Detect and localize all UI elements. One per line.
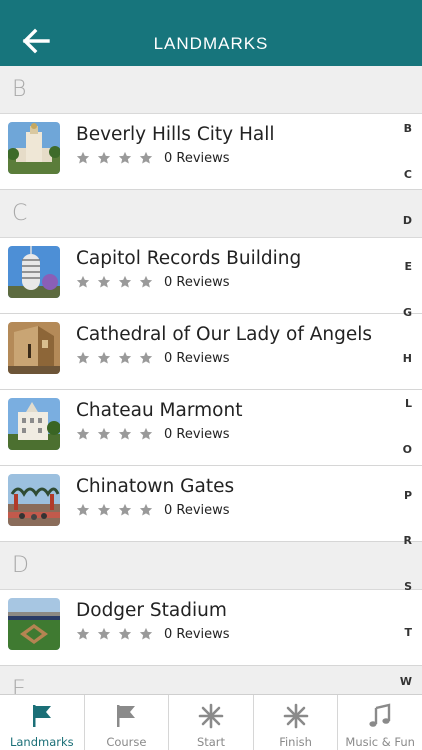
alphabet-index[interactable]: B C D E G H L O P R S T W bbox=[396, 120, 422, 695]
landmark-thumbnail bbox=[8, 246, 60, 298]
section-header-e: E bbox=[0, 666, 422, 694]
star-icon bbox=[97, 151, 111, 164]
tab-label: Course bbox=[106, 735, 147, 749]
star-icon bbox=[118, 151, 132, 164]
tab-label: Finish bbox=[279, 735, 312, 749]
landmark-thumbnail bbox=[8, 122, 60, 174]
section-header-d: D bbox=[0, 542, 422, 590]
star-icon bbox=[76, 275, 90, 288]
index-letter-t[interactable]: T bbox=[404, 626, 412, 639]
review-count: 0 Reviews bbox=[164, 350, 230, 366]
landmark-name: Capitol Records Building bbox=[76, 248, 302, 269]
app-header: LANDMARKS bbox=[0, 0, 422, 66]
landmark-name: Chateau Marmont bbox=[76, 400, 243, 421]
landmark-thumbnail bbox=[8, 322, 60, 374]
index-letter-p[interactable]: P bbox=[404, 489, 412, 502]
page-title: LANDMARKS bbox=[153, 34, 269, 53]
list-item[interactable]: Chateau Marmont 0 Reviews bbox=[0, 390, 422, 466]
index-letter-h[interactable]: H bbox=[403, 352, 412, 365]
star-rating: 0 Reviews bbox=[76, 150, 230, 166]
star-icon bbox=[139, 151, 153, 164]
star-icon bbox=[97, 351, 111, 364]
star-icon bbox=[76, 151, 90, 164]
landmark-name: Cathedral of Our Lady of Angels bbox=[76, 324, 373, 345]
star-icon bbox=[118, 503, 132, 516]
star-icon bbox=[139, 427, 153, 440]
star-icon bbox=[118, 627, 132, 640]
section-header-b: B bbox=[0, 66, 422, 114]
star-icon bbox=[139, 351, 153, 364]
flag-outline-icon bbox=[117, 705, 136, 727]
star-icon bbox=[139, 275, 153, 288]
tab-start[interactable]: Start bbox=[169, 695, 254, 750]
star-icon bbox=[139, 627, 153, 640]
music-note-icon bbox=[369, 703, 391, 727]
tab-label: Landmarks bbox=[9, 735, 74, 749]
star-icon bbox=[118, 275, 132, 288]
list-item[interactable]: Cathedral of Our Lady of Angels 0 Review… bbox=[0, 314, 422, 390]
star-rating: 0 Reviews bbox=[76, 274, 230, 290]
landmark-name: Chinatown Gates bbox=[76, 476, 235, 497]
tab-label: Music & Fun bbox=[345, 735, 415, 749]
landmark-thumbnail bbox=[8, 398, 60, 450]
star-icon bbox=[76, 627, 90, 640]
list-item[interactable]: Beverly Hills City Hall 0 Reviews bbox=[0, 114, 422, 190]
landmark-name: Beverly Hills City Hall bbox=[76, 124, 275, 145]
review-count: 0 Reviews bbox=[164, 274, 230, 290]
tab-course[interactable]: Course bbox=[85, 695, 170, 750]
index-letter-g[interactable]: G bbox=[403, 306, 412, 319]
tab-landmarks[interactable]: Landmarks bbox=[0, 695, 85, 750]
index-letter-b[interactable]: B bbox=[404, 122, 412, 135]
flag-icon bbox=[32, 705, 51, 727]
index-letter-w[interactable]: W bbox=[400, 675, 412, 688]
index-letter-o[interactable]: O bbox=[403, 443, 412, 456]
list-item[interactable]: Capitol Records Building 0 Reviews bbox=[0, 238, 422, 314]
tab-finish[interactable]: Finish bbox=[254, 695, 339, 750]
list-item[interactable]: Chinatown Gates 0 Reviews bbox=[0, 466, 422, 542]
list-item[interactable]: Dodger Stadium 0 Reviews bbox=[0, 590, 422, 666]
star-icon bbox=[118, 427, 132, 440]
review-count: 0 Reviews bbox=[164, 502, 230, 518]
bottom-tab-bar: Landmarks Course Start Finish Music & Fu… bbox=[0, 694, 422, 750]
star-rating: 0 Reviews bbox=[76, 502, 230, 518]
index-letter-s[interactable]: S bbox=[404, 580, 412, 593]
star-icon bbox=[76, 427, 90, 440]
review-count: 0 Reviews bbox=[164, 426, 230, 442]
star-rating: 0 Reviews bbox=[76, 350, 230, 366]
star-icon bbox=[76, 351, 90, 364]
star-icon bbox=[97, 427, 111, 440]
review-count: 0 Reviews bbox=[164, 150, 230, 166]
section-header-c: C bbox=[0, 190, 422, 238]
star-rating: 0 Reviews bbox=[76, 426, 230, 442]
tab-music-fun[interactable]: Music & Fun bbox=[338, 695, 422, 750]
star-icon bbox=[139, 503, 153, 516]
index-letter-e[interactable]: E bbox=[404, 260, 412, 273]
landmark-name: Dodger Stadium bbox=[76, 600, 227, 621]
star-rating: 0 Reviews bbox=[76, 626, 230, 642]
star-icon bbox=[97, 275, 111, 288]
landmark-thumbnail bbox=[8, 474, 60, 526]
star-icon bbox=[76, 503, 90, 516]
star-icon bbox=[97, 627, 111, 640]
review-count: 0 Reviews bbox=[164, 626, 230, 642]
landmark-thumbnail bbox=[8, 598, 60, 650]
star-icon bbox=[97, 503, 111, 516]
asterisk-icon bbox=[198, 703, 224, 729]
index-letter-d[interactable]: D bbox=[403, 214, 412, 227]
star-icon bbox=[118, 351, 132, 364]
landmark-list[interactable]: B Beverly Hills City Hall 0 Reviews C Ca… bbox=[0, 66, 422, 694]
index-letter-r[interactable]: R bbox=[404, 534, 412, 547]
tab-label: Start bbox=[196, 735, 226, 749]
index-letter-l[interactable]: L bbox=[405, 397, 412, 410]
asterisk-icon bbox=[283, 703, 308, 729]
index-letter-c[interactable]: C bbox=[404, 168, 412, 181]
